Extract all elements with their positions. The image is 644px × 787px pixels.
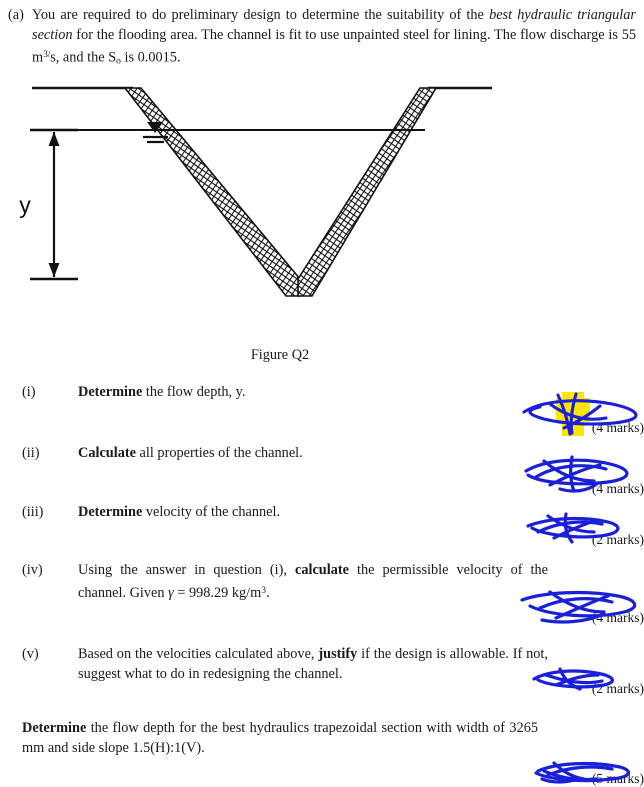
item-iv-bold-lead: calculate [294, 562, 349, 578]
item-ii-body: all properties of the channel. [135, 445, 303, 461]
right-bank-hatch [298, 88, 436, 296]
question-item-iv: (iv) Using the answer in question (i), c… [22, 561, 562, 603]
marks-annotation-final: (5 marks) [508, 757, 644, 787]
marks-annotation-ii: (4 marks) [520, 455, 644, 497]
depth-label-y: y [19, 192, 31, 218]
question-item-v: (v) Based on the velocities calculated a… [22, 645, 562, 684]
item-text-iii: Determine velocity of the channel. [78, 503, 548, 523]
figure-caption: Figure Q2 [250, 347, 310, 363]
intro-text-part4: is 0.0015. [120, 49, 181, 66]
item-text-i: Determine the flow depth, y. [78, 383, 548, 403]
item-number-iv: (iv) [22, 562, 43, 578]
marks-annotation-v: (2 marks) [530, 665, 644, 697]
question-intro: (a) You are required to do preliminary d… [8, 6, 636, 71]
question-item-iii: (iii) Determine velocity of the channel. [22, 503, 562, 523]
marks-label-iv: (4 marks) [591, 610, 644, 625]
marks-annotation-iv: (4 marks) [520, 590, 644, 626]
final-question-text: Determine the flow depth for the best hy… [22, 719, 538, 758]
item-text-iv: Using the answer in question (i), calcul… [78, 561, 548, 603]
channel-cross-section-figure: y [0, 74, 644, 312]
item-iii-bold-lead: Determine [78, 504, 143, 520]
final-bold-lead: Determine [22, 720, 87, 736]
item-v-lead-text: Based on the velocities calculated above… [78, 646, 319, 662]
item-iv-end: . [266, 584, 270, 601]
item-number-i: (i) [22, 384, 36, 400]
depth-dimension-arrow [48, 132, 60, 277]
item-iv-lead-text: Using the answer in question (i), [78, 562, 295, 578]
marks-label-iii: (2 marks) [591, 532, 644, 547]
item-text-ii: Calculate all properties of the channel. [78, 444, 548, 464]
marks-label-final: (5 marks) [591, 771, 644, 786]
item-i-bold-lead: Determine [78, 384, 143, 400]
marks-annotation-i: (4 marks) [520, 392, 644, 436]
question-intro-text: You are required to do preliminary desig… [32, 6, 636, 71]
item-iii-body: velocity of the channel. [142, 504, 281, 520]
item-ii-bold-lead: Calculate [78, 445, 136, 461]
final-body: the flow depth for the best hydraulics t… [22, 720, 538, 756]
question-label: (a) [8, 7, 24, 23]
marks-label-i: (4 marks) [591, 420, 644, 435]
marks-label-ii: (4 marks) [591, 481, 644, 496]
item-number-v: (v) [22, 646, 39, 662]
marks-annotation-iii: (2 marks) [520, 512, 644, 548]
item-text-v: Based on the velocities calculated above… [78, 645, 548, 684]
yellow-highlight-mark-2 [556, 398, 590, 422]
item-v-bold-lead: justify [318, 646, 358, 662]
intro-text-part1: You are required to do preliminary desig… [32, 7, 490, 23]
exam-question-page: (a) You are required to do preliminary d… [0, 0, 644, 787]
marks-label-v: (2 marks) [591, 681, 644, 696]
item-number-ii: (ii) [22, 445, 40, 461]
question-item-i: (i) Determine the flow depth, y. [22, 383, 562, 403]
intro-text-part3: s, and the S [50, 49, 117, 66]
question-item-ii: (ii) Calculate all properties of the cha… [22, 444, 562, 464]
item-i-body: the flow depth, y. [142, 384, 246, 400]
gamma-value: = 998.29 kg/m [173, 584, 262, 601]
item-number-iii: (iii) [22, 504, 44, 520]
left-bank-hatch [125, 88, 300, 296]
